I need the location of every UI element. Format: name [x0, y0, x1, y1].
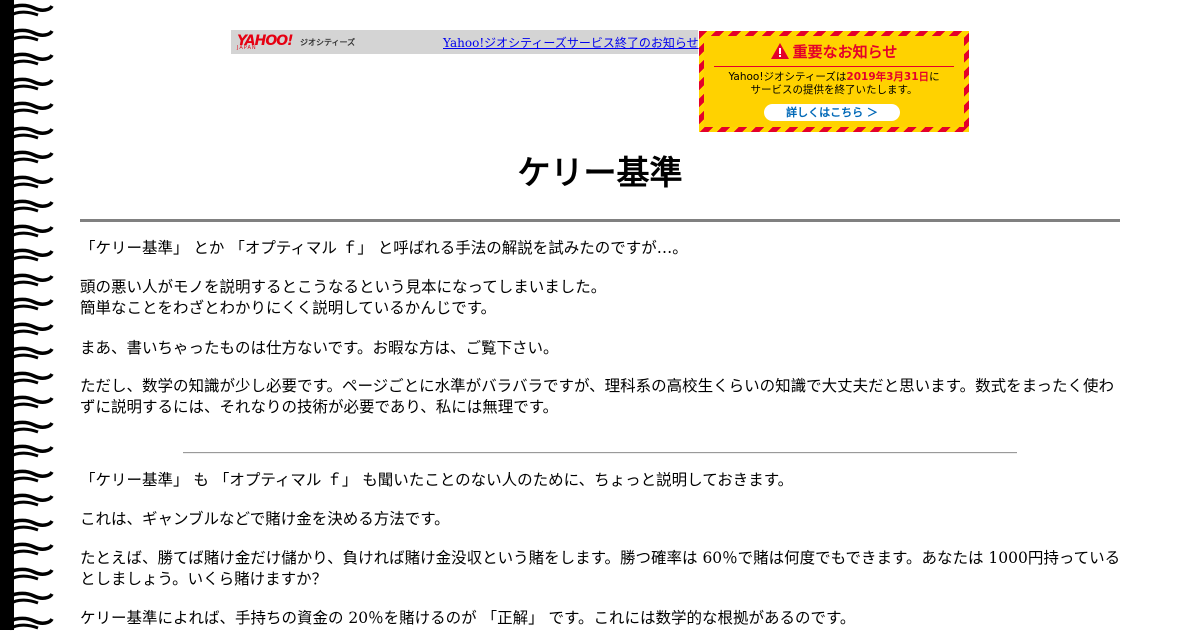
- geocities-service-name: ジオシティーズ: [300, 38, 356, 47]
- notice-text-line2: サービスの提供を終了いたします。: [750, 84, 918, 96]
- service-end-link[interactable]: Yahoo!ジオシティーズサービス終了のお知らせ: [443, 34, 699, 51]
- paragraph: まあ、書いちゃったものは仕方ないです。お暇な方は、ご覧下さい。: [80, 339, 559, 357]
- notice-body: 重要なお知らせ Yahoo!ジオシティーズは2019年3月31日に サービスの提…: [704, 36, 964, 127]
- paragraph: ケリー基準によれば、手持ちの資金の 20％を賭けるのが 「正解」 です。これには…: [80, 609, 856, 627]
- binding-ring: [4, 321, 54, 337]
- geocities-banner: YAHOO! JAPAN ジオシティーズ Yahoo!ジオシティーズサービス終了…: [231, 30, 699, 54]
- important-notice-banner[interactable]: 重要なお知らせ Yahoo!ジオシティーズは2019年3月31日に サービスの提…: [699, 31, 969, 132]
- paragraph: たとえば、勝てば賭け金だけ儲かり、負ければ賭け金没収という賭をします。勝つ確率は…: [80, 549, 1121, 588]
- binding-ring: [4, 615, 54, 631]
- yahoo-logo-sub: JAPAN: [237, 45, 257, 51]
- paragraph-line: 頭の悪い人がモノを説明するとこうなるという見本になってしまいました。: [80, 278, 607, 296]
- page-title: ケリー基準: [517, 153, 683, 192]
- notice-title-row: 重要なお知らせ: [704, 41, 964, 61]
- binding-ring: [4, 492, 54, 508]
- notice-text-after: に: [929, 71, 940, 83]
- binding-ring: [4, 76, 54, 92]
- binding-ring: [4, 443, 54, 459]
- binding-ring: [4, 296, 54, 312]
- binding-ring: [4, 2, 54, 18]
- notice-date: 2019年3月31日: [846, 71, 930, 83]
- notice-text: Yahoo!ジオシティーズは2019年3月31日に サービスの提供を終了いたしま…: [704, 71, 964, 97]
- binding-ring: [4, 590, 54, 606]
- binding-ring: [4, 149, 54, 165]
- notice-title: 重要なお知らせ: [792, 43, 898, 61]
- binding-ring: [4, 272, 54, 288]
- binding-ring: [4, 125, 54, 141]
- binding-ring: [4, 247, 54, 263]
- binding-ring: [4, 419, 54, 435]
- paragraph: ただし、数学の知識が少し必要です。ページごとに水準がバラバラですが、理科系の高校…: [80, 377, 1115, 416]
- binding-ring: [4, 566, 54, 582]
- warning-icon: [770, 43, 789, 63]
- binding-ring: [4, 27, 54, 43]
- binding-ring: [4, 51, 54, 67]
- paragraph: 「ケリー基準」 も 「オプティマル ｆ」 も聞いたことのない人のために、ちょっと…: [80, 471, 794, 489]
- binding-ring: [4, 100, 54, 116]
- spiral-binding: [0, 0, 58, 630]
- binding-ring: [4, 223, 54, 239]
- binding-ring: [4, 174, 54, 190]
- section-divider: [183, 452, 1017, 454]
- binding-ring: [4, 345, 54, 361]
- binding-spine: [0, 0, 14, 630]
- paragraph-line: 簡単なことをわざとわかりにくく説明しているかんじです。: [80, 299, 497, 317]
- notice-text-before: Yahoo!ジオシティーズは: [728, 71, 847, 83]
- details-button[interactable]: 詳しくはこちら ＞: [764, 104, 900, 121]
- binding-ring: [4, 468, 54, 484]
- title-divider: [80, 219, 1120, 222]
- notice-divider: [714, 66, 954, 67]
- binding-ring: [4, 370, 54, 386]
- binding-ring: [4, 394, 54, 410]
- paragraph: これは、ギャンブルなどで賭け金を決める方法です。: [80, 510, 450, 528]
- binding-ring: [4, 517, 54, 533]
- binding-ring: [4, 198, 54, 214]
- binding-ring: [4, 541, 54, 557]
- paragraph-intro: 「ケリー基準」 とか 「オプティマル ｆ」 と呼ばれる手法の解説を試みたのですが…: [80, 239, 688, 257]
